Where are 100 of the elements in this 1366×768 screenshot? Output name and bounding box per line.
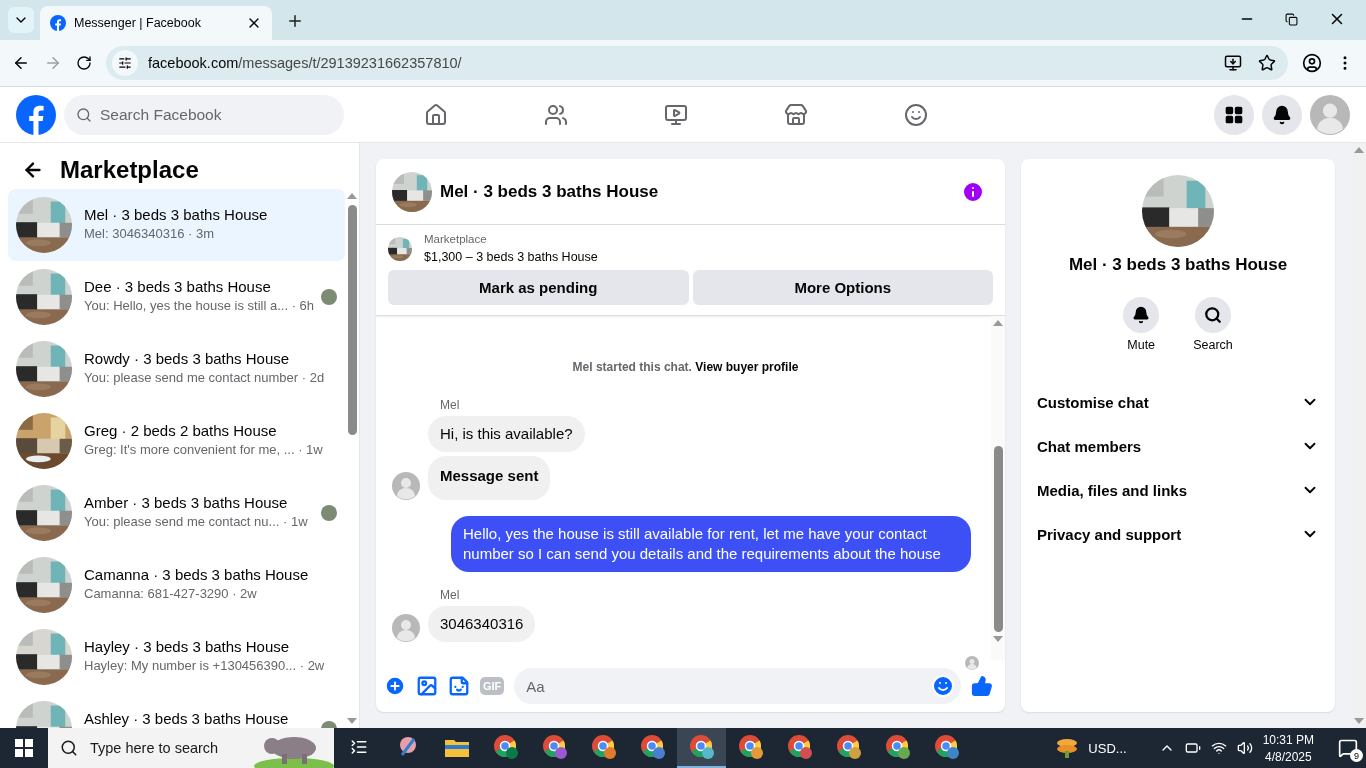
tab-search-button[interactable] <box>8 7 34 33</box>
listing-action-button[interactable]: More Options <box>692 270 993 305</box>
chrome-icon <box>492 734 519 760</box>
notifications-button[interactable] <box>1262 94 1302 135</box>
taskbar-app[interactable] <box>677 728 726 768</box>
conversation-preview: Greg: It's more convenient for me, ... · 1w <box>84 442 324 457</box>
listing-title: $1,300 – 3 beds 3 baths House <box>424 250 598 264</box>
chrome-icon <box>541 734 568 760</box>
scrollbar[interactable] <box>1352 143 1366 728</box>
conversation-preview: Camanna: 681-427-3290 · 2w <box>84 586 258 601</box>
chrome-icon <box>786 734 813 760</box>
conversation-name: Hayley · 3 beds 3 baths House <box>84 638 291 655</box>
conversation-preview: Mel: 3046340316 · 3m <box>84 226 216 241</box>
sender-name: Mel <box>440 588 461 602</box>
conversation-item[interactable]: Mel · 3 beds 3 baths House Mel: 3046340316 · 3m <box>8 189 345 261</box>
bell-icon <box>1272 104 1292 125</box>
folder-icon <box>444 737 469 757</box>
address-bar[interactable]: facebook.com/messages/t/29139231662357810/ <box>106 46 1288 80</box>
back-icon[interactable] <box>12 54 30 72</box>
chat-notice: Mel started this chat. View buyer profile <box>571 360 800 374</box>
facebook-logo[interactable] <box>16 94 56 135</box>
sidebar-title: Marketplace <box>60 156 199 184</box>
conversation-name: Mel · 3 beds 3 baths House <box>84 206 269 223</box>
tray-label[interactable]: USD... <box>1088 740 1127 756</box>
notifications-icon[interactable] <box>1338 738 1358 758</box>
chrome-icon <box>688 734 715 760</box>
conversation-name: Camanna · 3 beds 3 baths House <box>84 566 310 583</box>
install-icon[interactable] <box>1224 54 1242 72</box>
conversation-item[interactable]: Camanna · 3 beds 3 baths House Camanna: 681-427-3290 · 2w <box>8 549 345 621</box>
chrome-icon <box>933 734 960 760</box>
bookmark-star-icon[interactable] <box>1258 54 1276 72</box>
listing-label: Marketplace <box>424 233 488 245</box>
search-button[interactable] <box>1195 297 1231 333</box>
search-field[interactable]: Search Facebook <box>64 94 344 135</box>
message-bubble: Message sent <box>428 456 551 500</box>
conversation-item[interactable]: Rowdy · 3 beds 3 baths House You: please send me contact number · 2d <box>8 333 345 405</box>
bell-icon <box>1132 306 1151 324</box>
clock-time: 10:31 PM <box>1262 732 1314 747</box>
message-bubble: Hi, is this available? <box>428 416 585 452</box>
chrome-icon <box>835 734 862 760</box>
conversation-item[interactable]: Hayley · 3 beds 3 baths House Hayley: My number is +130456390... · 2w <box>8 621 345 693</box>
emoji-icon[interactable] <box>931 674 955 698</box>
site-settings-icon[interactable] <box>118 56 132 70</box>
volume-icon[interactable] <box>1236 740 1253 756</box>
browser-tab[interactable]: Messenger | Facebook <box>40 6 272 40</box>
conversation-name: Amber · 3 beds 3 baths House <box>84 494 289 511</box>
battery-icon[interactable] <box>1184 740 1201 756</box>
sticker-icon[interactable] <box>448 675 470 697</box>
mute-button[interactable] <box>1123 297 1160 333</box>
conversation-preview: You: please send me contact number · 2d <box>84 370 326 385</box>
section-toggle[interactable]: Chat members <box>1037 424 1319 468</box>
scrollbar[interactable] <box>991 316 1005 660</box>
listing-action-button[interactable]: Mark as pending <box>388 270 689 305</box>
notification-count: 9 <box>1350 749 1363 762</box>
conversation-name: Greg · 2 beds 2 baths House <box>84 422 278 439</box>
conversation-preview: You: please send me contact nu... · 1w <box>84 514 309 529</box>
new-tab-button[interactable] <box>286 12 304 30</box>
facebook-logo[interactable] <box>50 15 66 31</box>
conversation-name: Dee · 3 beds 3 baths House <box>84 278 272 295</box>
message-bubble: Hello, yes the house is still available for rent, let me have your contact number so I can send you details and the requirements about the house <box>451 516 971 572</box>
reload-icon[interactable] <box>76 55 92 71</box>
conversation-item[interactable]: Dee · 3 beds 3 baths House You: Hello, yes the house is still a... · 6h <box>8 261 345 333</box>
avatar <box>1310 94 1350 135</box>
chrome-icon <box>639 734 666 760</box>
conversation-name: Rowdy · 3 beds 3 baths House <box>84 350 291 367</box>
section-toggle[interactable]: Privacy and support <box>1037 512 1319 556</box>
wifi-icon[interactable] <box>1210 740 1227 756</box>
like-icon[interactable] <box>971 675 993 697</box>
search-icon <box>76 106 92 123</box>
profile-icon[interactable] <box>1302 53 1322 73</box>
buyer-profile-link[interactable]: View buyer profile <box>695 360 799 374</box>
photo-icon[interactable] <box>416 675 438 697</box>
conversation-item[interactable]: Greg · 2 beds 2 baths House Greg: It's more convenient for me, ... · 1w <box>8 405 345 477</box>
avatar <box>965 656 979 670</box>
restore-icon[interactable] <box>1285 12 1298 26</box>
windows-icon <box>15 739 33 757</box>
avatar <box>392 472 420 500</box>
section-toggle[interactable]: Customise chat <box>1037 380 1319 424</box>
chrome-icon <box>737 734 764 760</box>
currency-icon <box>1056 738 1079 758</box>
message-bubble: 3046340316 <box>428 606 536 642</box>
grid-icon <box>1224 104 1244 125</box>
conversation-name: Ashley · 3 beds 3 baths House <box>84 710 290 727</box>
avatar <box>392 614 420 642</box>
conversation-item[interactable]: Amber · 3 beds 3 baths House You: please send me contact nu... · 1w <box>8 477 345 549</box>
chrome-icon <box>590 734 617 760</box>
chrome-icon <box>884 734 911 760</box>
menu-button[interactable] <box>1214 94 1254 135</box>
clock-date: 4/8/2025 <box>1264 749 1312 764</box>
conversation-preview: Hayley: My number is +130456390... · 2w <box>84 658 326 673</box>
section-toggle[interactable]: Media, files and links <box>1037 468 1319 512</box>
message-field[interactable]: Aa <box>514 668 961 704</box>
url-text: facebook.com/messages/t/29139231662357810/ <box>148 55 462 71</box>
chat-title: Mel · 3 beds 3 baths House <box>440 181 660 202</box>
taskbar-search-field[interactable]: Type here to search <box>48 728 334 768</box>
add-icon[interactable] <box>384 675 406 697</box>
action-label: Mute <box>1127 338 1156 352</box>
search-icon <box>60 739 78 757</box>
search-icon <box>1204 306 1222 324</box>
info-title: Mel · 3 beds 3 baths House <box>1068 255 1288 275</box>
